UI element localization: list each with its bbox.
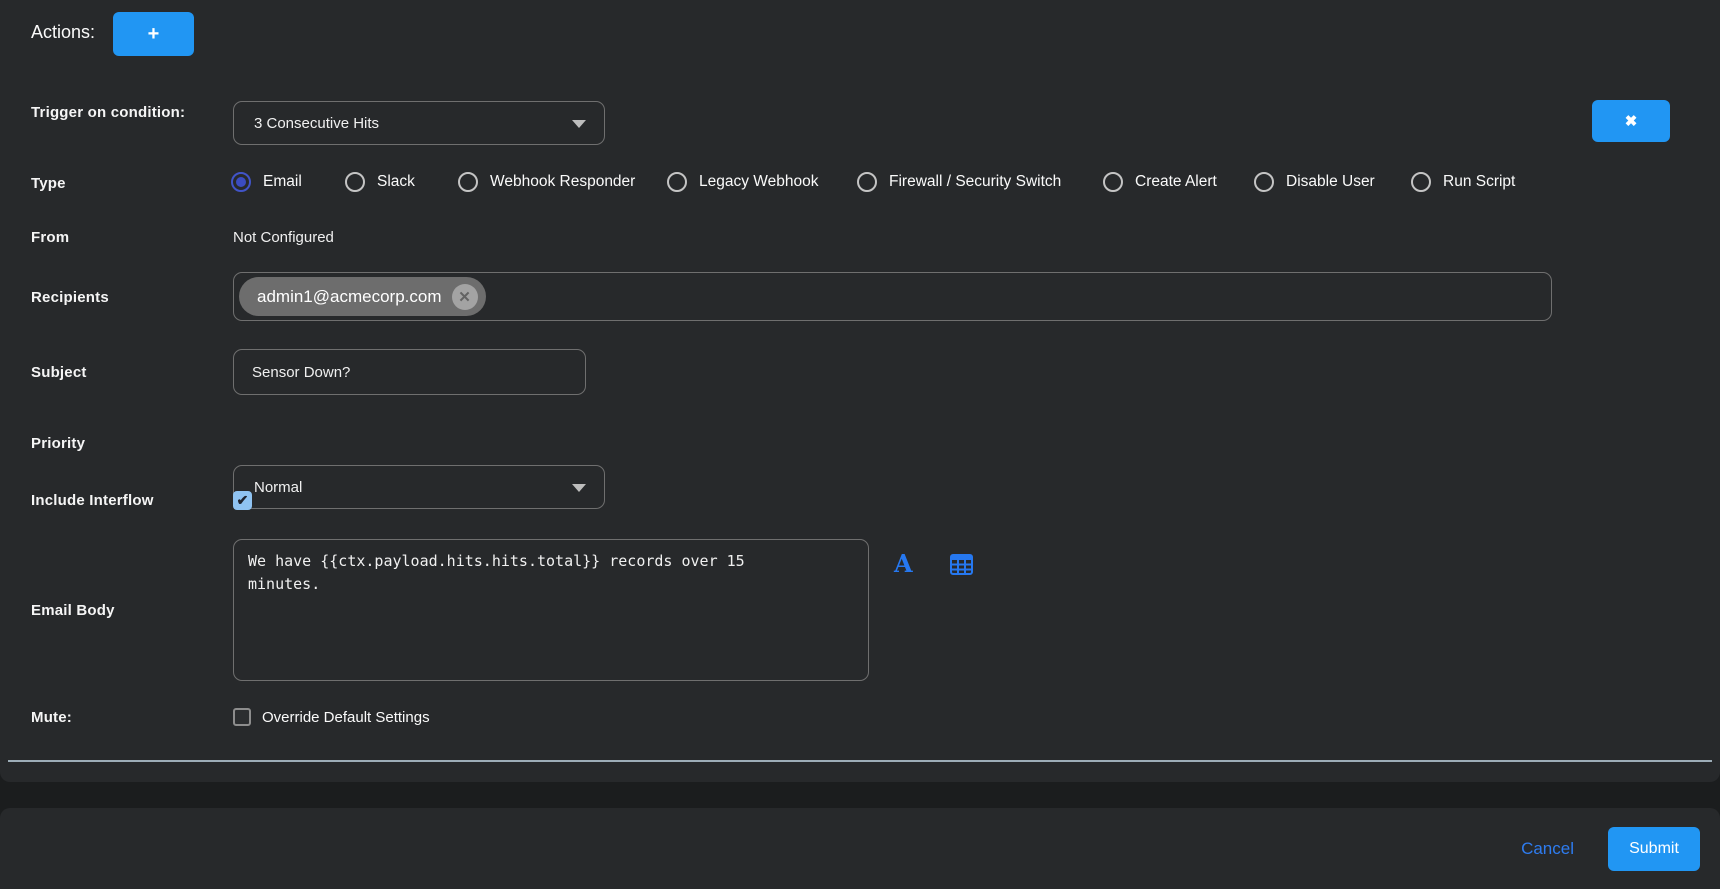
- radio-button-icon: [345, 172, 365, 192]
- type-radio-group: Email Slack Webhook Responder Legacy Web…: [0, 172, 1720, 194]
- chevron-down-icon: [572, 120, 586, 128]
- radio-email[interactable]: Email: [231, 172, 302, 192]
- radio-disable-user[interactable]: Disable User: [1254, 172, 1375, 192]
- trigger-condition-label: Trigger on condition:: [31, 104, 185, 121]
- radio-button-icon: [1103, 172, 1123, 192]
- mute-override-label: Override Default Settings: [262, 709, 430, 726]
- radio-run-script[interactable]: Run Script: [1411, 172, 1515, 192]
- mute-override-checkbox[interactable]: [233, 708, 251, 726]
- recipient-chip: admin1@acmecorp.com ✕: [239, 277, 486, 316]
- mute-label: Mute:: [31, 709, 72, 726]
- plus-icon: +: [148, 23, 160, 46]
- radio-slack[interactable]: Slack: [345, 172, 415, 192]
- checkmark-icon: ✔: [237, 492, 249, 509]
- insert-table-icon[interactable]: [950, 554, 973, 580]
- recipients-input[interactable]: admin1@acmecorp.com ✕: [233, 272, 1552, 321]
- actions-title: Actions:: [31, 22, 95, 43]
- radio-legacy-webhook[interactable]: Legacy Webhook: [667, 172, 819, 192]
- email-body-label: Email Body: [31, 602, 115, 619]
- radio-firewall-security-switch[interactable]: Firewall / Security Switch: [857, 172, 1061, 192]
- include-interflow-label: Include Interflow: [31, 492, 154, 509]
- remove-recipient-icon[interactable]: ✕: [452, 284, 478, 310]
- radio-button-icon: [458, 172, 478, 192]
- submit-button[interactable]: Submit: [1608, 827, 1700, 871]
- priority-select[interactable]: Normal: [233, 465, 605, 509]
- action-editor-screen: Actions: + Trigger on condition: 3 Conse…: [0, 0, 1720, 889]
- include-interflow-checkbox[interactable]: ✔: [233, 491, 252, 510]
- form-footer: Cancel Submit: [0, 808, 1720, 889]
- recipients-label: Recipients: [31, 289, 109, 306]
- recipient-email: admin1@acmecorp.com: [257, 287, 442, 307]
- section-divider: [8, 760, 1712, 762]
- font-color-icon[interactable]: A: [894, 552, 913, 576]
- from-value: Not Configured: [233, 229, 334, 246]
- cancel-button[interactable]: Cancel: [1521, 839, 1574, 859]
- close-icon: ✖: [1625, 112, 1638, 130]
- radio-webhook-responder[interactable]: Webhook Responder: [458, 172, 635, 192]
- radio-create-alert[interactable]: Create Alert: [1103, 172, 1217, 192]
- remove-action-button[interactable]: ✖: [1592, 100, 1670, 142]
- from-label: From: [31, 229, 69, 246]
- add-action-button[interactable]: +: [113, 12, 194, 56]
- radio-button-icon: [1254, 172, 1274, 192]
- trigger-condition-select[interactable]: 3 Consecutive Hits: [233, 101, 605, 145]
- chevron-down-icon: [572, 484, 586, 492]
- radio-button-icon: [1411, 172, 1431, 192]
- priority-label: Priority: [31, 435, 85, 452]
- priority-value: Normal: [254, 479, 302, 496]
- radio-button-icon: [667, 172, 687, 192]
- radio-button-icon: [857, 172, 877, 192]
- email-body-textarea[interactable]: We have {{ctx.payload.hits.hits.total}} …: [233, 539, 869, 681]
- subject-input[interactable]: [233, 349, 586, 395]
- trigger-condition-value: 3 Consecutive Hits: [254, 115, 379, 132]
- subject-label: Subject: [31, 364, 87, 381]
- radio-button-icon: [231, 172, 251, 192]
- action-form-panel: Actions: + Trigger on condition: 3 Conse…: [0, 0, 1720, 782]
